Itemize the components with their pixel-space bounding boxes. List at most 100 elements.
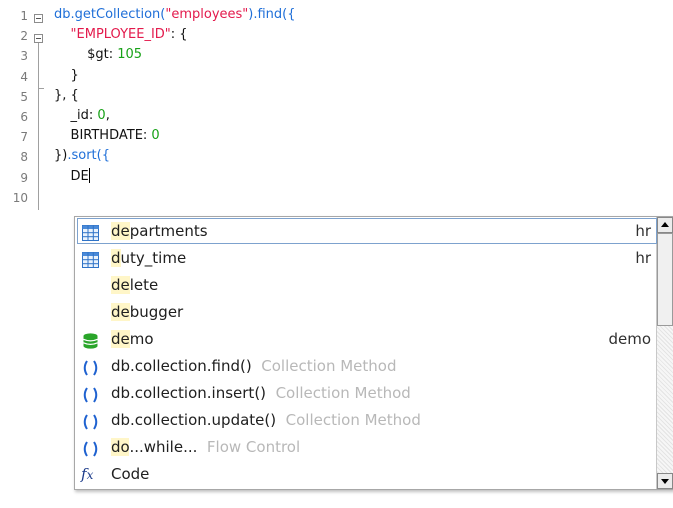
code-token: }	[54, 67, 79, 83]
code-token: DE	[54, 168, 89, 184]
line-number: 6	[20, 110, 28, 124]
line-number: 7	[20, 130, 28, 145]
autocomplete-item-label: demo	[111, 326, 154, 352]
label-text: db.collection.find()	[111, 357, 252, 375]
scroll-thumb[interactable]	[657, 233, 673, 326]
label-text: bugger	[129, 303, 184, 321]
code-token: _id	[54, 108, 89, 123]
code-token: 105	[117, 47, 143, 63]
match-highlight: do	[111, 438, 130, 456]
popup-scrollbar[interactable]	[656, 217, 673, 489]
autocomplete-item-label: db.collection.insert() Collection Method	[111, 380, 411, 406]
autocomplete-item[interactable]: do...while... Flow Control	[77, 434, 657, 460]
line-number: 2	[20, 29, 28, 44]
item-description: Collection Method	[276, 411, 421, 429]
label-text: uty_time	[120, 249, 187, 267]
label-text: Code	[111, 465, 150, 483]
database-icon	[82, 331, 99, 349]
autocomplete-item-label: db.collection.find() Collection Method	[111, 353, 397, 379]
code-line: "EMPLOYEE_ID": {	[54, 25, 188, 45]
scroll-up-button[interactable]	[657, 217, 673, 233]
label-text: db.collection.update()	[111, 411, 277, 429]
fold-guide-line	[38, 43, 39, 210]
autocomplete-item-label: departments	[111, 218, 208, 244]
autocomplete-popup[interactable]: departments hr duty_time hr delete debugger de…	[74, 216, 673, 490]
code-token: $gt	[87, 47, 109, 63]
scroll-down-button[interactable]	[657, 473, 673, 489]
code-token: .getCollection(	[70, 7, 166, 22]
fold-toggle-icon[interactable]	[34, 14, 43, 23]
line-number: 5	[20, 89, 28, 104]
function-icon: fx	[81, 465, 94, 483]
code-token: BIRTHDATE	[54, 128, 143, 144]
autocomplete-item[interactable]: debugger	[77, 299, 657, 325]
label-text: partments	[129, 222, 208, 240]
arrow-up-icon	[661, 222, 669, 227]
label-text: lete	[129, 276, 159, 294]
code-token: db	[54, 7, 71, 22]
code-line: $gt: 105	[54, 45, 142, 65]
autocomplete-item-label: debugger	[111, 299, 183, 325]
fold-end-marker	[38, 88, 44, 89]
code-token: ).find({	[248, 7, 296, 22]
method-icon	[82, 358, 99, 376]
autocomplete-item[interactable]: delete	[77, 272, 657, 298]
line-number: 8	[20, 150, 28, 165]
label-text: db.collection.insert()	[111, 384, 267, 402]
match-highlight: de	[111, 330, 130, 348]
code-line: }).sort({	[54, 146, 110, 166]
autocomplete-item[interactable]: db.collection.insert() Collection Method	[77, 380, 657, 406]
autocomplete-item-label: Code	[111, 461, 149, 487]
code-line: }	[54, 66, 79, 86]
code-token: : {	[170, 27, 188, 43]
method-icon	[82, 412, 99, 430]
autocomplete-item-label: do...while... Flow Control	[111, 434, 300, 460]
fold-toggle-icon[interactable]	[34, 34, 43, 43]
method-icon	[82, 385, 99, 403]
autocomplete-item[interactable]: db.collection.update() Collection Method	[77, 407, 657, 433]
match-highlight: d	[111, 249, 121, 267]
item-description: Flow Control	[197, 438, 301, 456]
autocomplete-item[interactable]: fx Code	[77, 461, 657, 487]
label-text: mo	[129, 330, 154, 348]
autocomplete-item-label: db.collection.update() Collection Method	[111, 407, 421, 433]
autocomplete-item[interactable]: db.collection.find() Collection Method	[77, 353, 657, 379]
line-number: 4	[20, 69, 28, 84]
code-token: ,	[105, 108, 110, 123]
item-source: hr	[635, 249, 651, 267]
item-source: demo	[608, 330, 651, 348]
text-caret	[88, 167, 90, 183]
autocomplete-item-label: duty_time	[111, 245, 186, 271]
autocomplete-item-label: delete	[111, 272, 158, 298]
table-icon	[82, 250, 99, 268]
code-token: .sort({	[67, 148, 110, 164]
code-line: DE	[54, 167, 90, 187]
code-token: 0	[151, 128, 160, 144]
code-token: }, {	[54, 87, 79, 103]
match-highlight: de	[111, 222, 130, 240]
code-line: BIRTHDATE: 0	[54, 126, 160, 146]
code-token: })	[54, 148, 68, 164]
line-number: 1	[20, 9, 28, 23]
arrow-down-icon	[661, 479, 669, 484]
item-description: Collection Method	[251, 357, 397, 375]
match-highlight: de	[111, 303, 130, 321]
code-token: "EMPLOYEE_ID"	[70, 27, 171, 43]
code-token: 0	[97, 108, 106, 123]
code-token: :	[108, 47, 118, 63]
autocomplete-item[interactable]: demo demo	[77, 326, 657, 352]
autocomplete-item[interactable]: duty_time hr	[77, 245, 657, 271]
code-line: _id: 0,	[54, 106, 110, 126]
autocomplete-item[interactable]: departments hr	[77, 218, 657, 244]
line-number-gutter: 1 2 3 4 5 6 7 8 9 10	[0, 0, 60, 508]
code-line: }, {	[54, 86, 79, 106]
table-icon	[82, 223, 99, 241]
item-description: Collection Method	[266, 384, 411, 402]
label-text: ...while...	[129, 438, 198, 456]
item-source: hr	[635, 222, 651, 240]
method-icon	[82, 439, 99, 457]
code-token: "employees"	[165, 7, 249, 22]
line-number: 3	[20, 49, 28, 64]
